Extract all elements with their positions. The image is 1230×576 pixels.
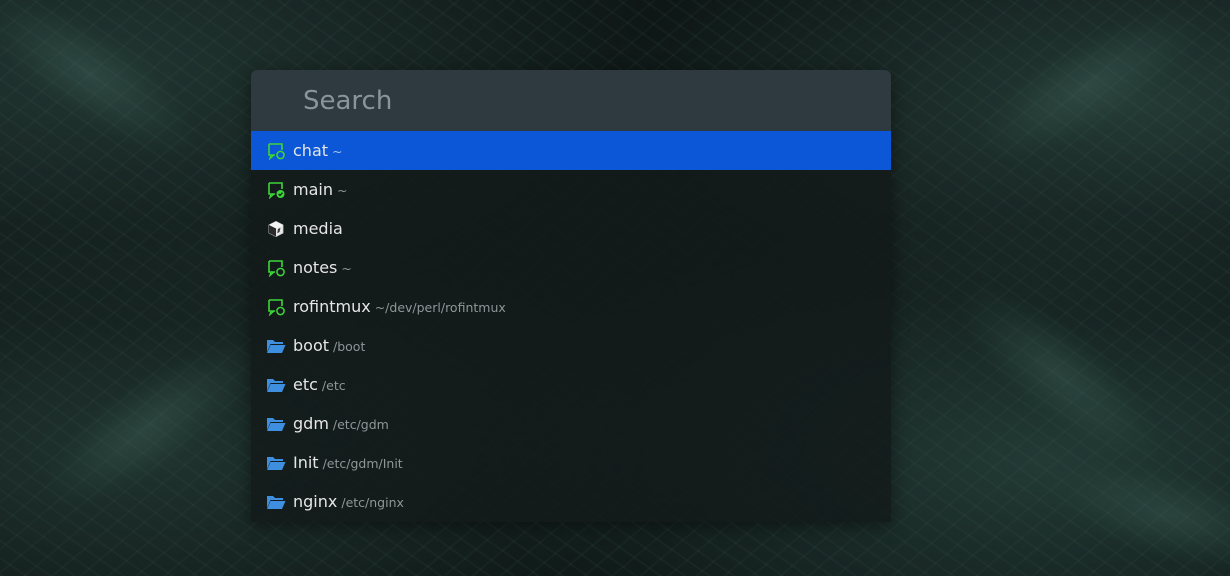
- folder-open-icon-shape: [267, 344, 286, 353]
- box-icon: [266, 219, 286, 239]
- result-path: ~: [332, 144, 343, 159]
- result-name: rofintmux: [293, 297, 371, 316]
- terminal-session-icon: [266, 258, 286, 278]
- search-bar: [251, 70, 891, 131]
- result-row-rofintmux[interactable]: rofintmux ~/dev/perl/rofintmux: [251, 287, 891, 326]
- result-name: gdm: [293, 414, 329, 433]
- wallpaper-leaf: [954, 0, 1226, 189]
- result-row-media[interactable]: media: [251, 209, 891, 248]
- result-row-init[interactable]: Init/etc/gdm/Init: [251, 443, 891, 482]
- box-icon-shape: [268, 220, 284, 237]
- result-name: Init: [293, 453, 319, 472]
- wallpaper-leaf: [17, 313, 283, 537]
- result-path: /etc/gdm/Init: [322, 456, 403, 471]
- result-name: chat: [293, 141, 329, 160]
- terminal-session-icon-shape: [275, 267, 285, 276]
- terminal-attached-icon-shape: [268, 181, 283, 189]
- result-row-notes[interactable]: notes ~: [251, 248, 891, 287]
- result-name: etc: [293, 375, 318, 394]
- result-row-etc[interactable]: etc/etc: [251, 365, 891, 404]
- result-row-boot[interactable]: boot/boot: [251, 326, 891, 365]
- folder-open-icon-shape: [267, 500, 286, 509]
- terminal-session-icon: [266, 297, 286, 317]
- wallpaper-leaf: [0, 0, 223, 187]
- folder-open-icon-shape: [267, 461, 286, 470]
- terminal-session-icon-shape: [275, 306, 285, 315]
- folder-open-icon: [266, 336, 286, 356]
- terminal-session-icon-shape: [268, 142, 283, 150]
- result-row-gdm[interactable]: gdm/etc/gdm: [251, 404, 891, 443]
- result-path: /boot: [333, 339, 366, 354]
- results-list: chat ~ main ~ media notes ~ rofintmux ~/dev/perl…: [251, 131, 891, 521]
- terminal-attached-icon: [266, 180, 286, 200]
- terminal-session-icon: [266, 141, 286, 161]
- folder-open-icon-shape: [267, 383, 286, 392]
- result-row-chat[interactable]: chat ~: [251, 131, 891, 170]
- terminal-session-icon-shape: [267, 260, 275, 273]
- result-name: boot: [293, 336, 330, 355]
- result-path: ~/dev/perl/rofintmux: [374, 300, 506, 315]
- folder-open-icon-shape: [267, 339, 286, 353]
- result-row-nginx[interactable]: nginx/etc/nginx: [251, 482, 891, 521]
- search-input[interactable]: [303, 85, 863, 116]
- result-path: ~: [336, 183, 348, 198]
- terminal-session-icon-shape: [268, 298, 283, 306]
- terminal-attached-icon-shape: [267, 181, 284, 199]
- result-name: nginx: [293, 492, 338, 511]
- result-name: media: [293, 219, 343, 238]
- result-path: /etc/nginx: [341, 495, 404, 510]
- launcher-window: chat~main~medianotes~rofintmux~/dev/perl…: [251, 70, 891, 522]
- folder-open-icon: [266, 375, 286, 395]
- terminal-session-icon-shape: [267, 143, 275, 156]
- folder-open-icon: [266, 414, 286, 434]
- result-row-main[interactable]: main ~: [251, 170, 891, 209]
- terminal-session-icon-shape: [275, 150, 285, 159]
- folder-open-icon: [266, 453, 286, 473]
- terminal-attached-icon-shape: [267, 182, 275, 195]
- folder-open-icon: [266, 492, 286, 512]
- folder-open-icon-shape: [267, 378, 286, 392]
- terminal-session-icon-shape: [268, 259, 283, 267]
- result-path: ~: [341, 261, 352, 276]
- folder-open-icon-shape: [267, 422, 286, 431]
- result-path: /etc: [321, 378, 346, 393]
- folder-open-icon-shape: [267, 495, 286, 509]
- result-name: main: [293, 180, 333, 199]
- folder-open-icon-shape: [267, 417, 286, 431]
- result-name: notes: [293, 258, 338, 277]
- terminal-session-icon-shape: [267, 299, 275, 312]
- folder-open-icon-shape: [267, 456, 286, 470]
- terminal-session-icon-shape: [267, 259, 285, 277]
- terminal-session-icon-shape: [267, 142, 285, 160]
- result-path: /etc/gdm: [332, 417, 389, 432]
- terminal-session-icon-shape: [267, 298, 285, 316]
- wallpaper-leaf: [931, 256, 1189, 494]
